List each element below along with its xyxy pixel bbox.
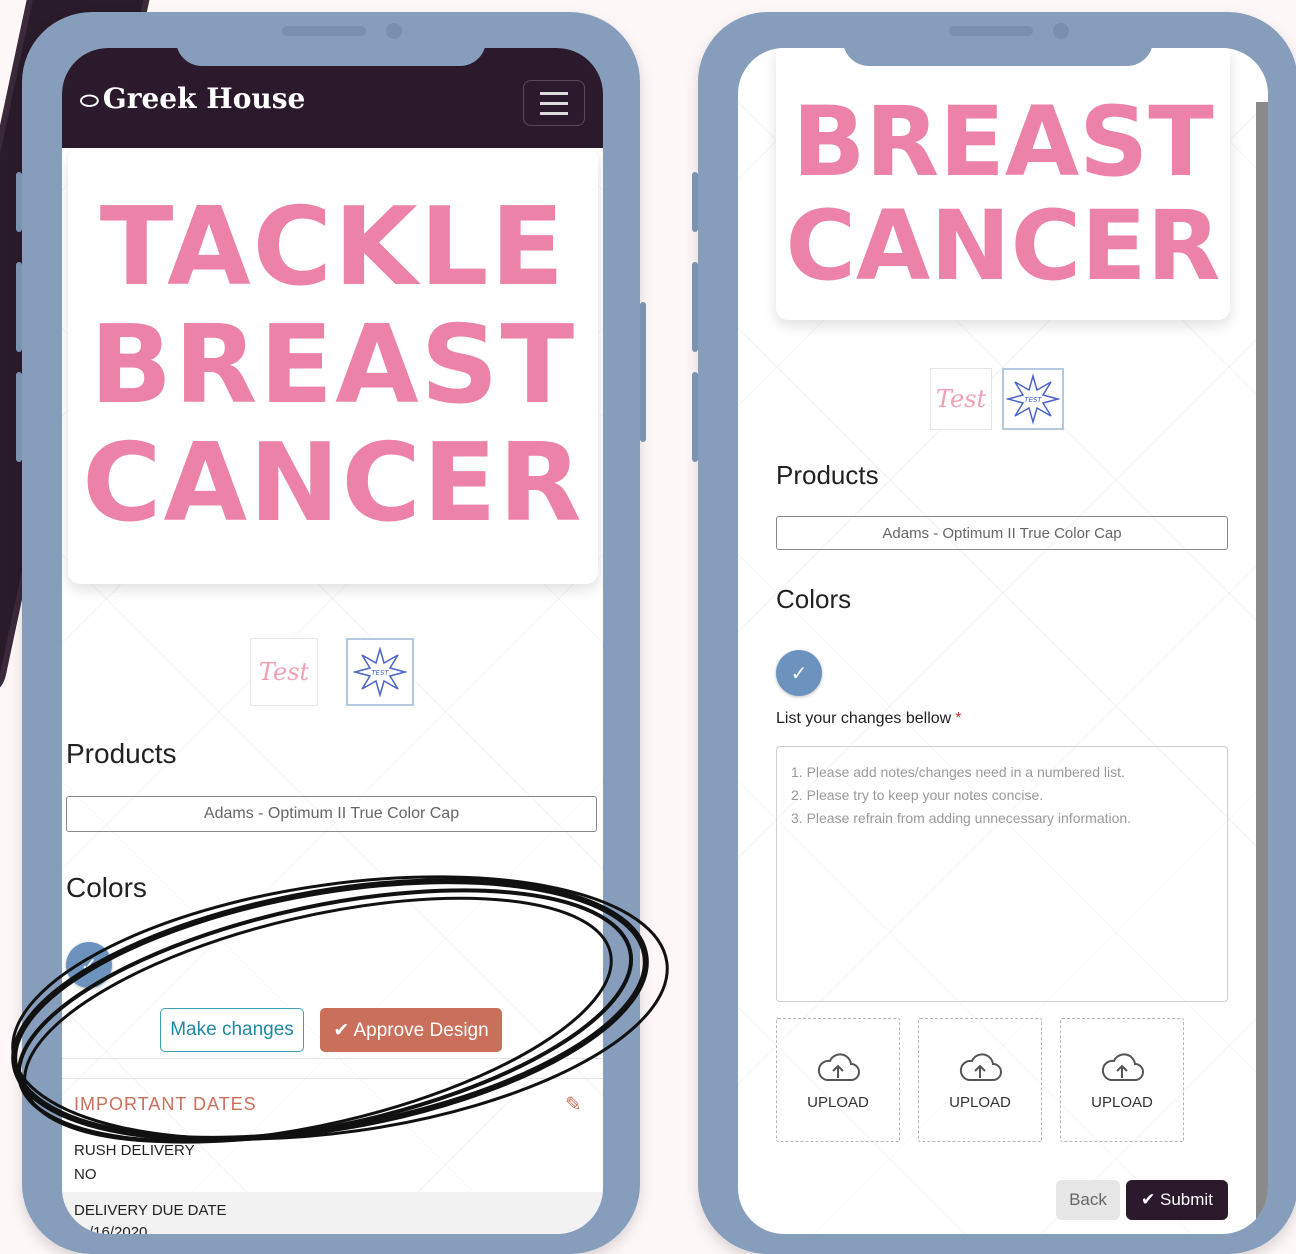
left-phone-screen: ⬭ Greek House TACKLE BREAST CANCER Test T… [62, 48, 603, 1234]
scrollbar[interactable] [1256, 102, 1268, 1234]
colors-title: Colors [66, 872, 147, 903]
upload-slot-3[interactable]: UPLOAD [1060, 1018, 1184, 1142]
starburst-icon: TEST [1006, 373, 1060, 425]
approve-design-button[interactable]: ✔ Approve Design [320, 1008, 502, 1052]
design-thumbnails: Test TEST [930, 368, 1064, 430]
side-button [640, 302, 646, 442]
cloud-upload-icon [1101, 1052, 1144, 1081]
svg-text:TEST: TEST [371, 669, 389, 677]
design-line-2: BREAST [89, 303, 577, 428]
divider [62, 1058, 603, 1059]
products-title: Products [66, 738, 177, 769]
thumbnail-label: Test [258, 658, 310, 686]
greek-house-logo-icon: ⬭ [80, 88, 99, 114]
upload-slot-2[interactable]: UPLOAD [918, 1018, 1042, 1142]
side-button [692, 172, 698, 232]
thumbnail-label: Test [935, 385, 987, 413]
color-swatch-check-icon[interactable]: ✓ [66, 942, 112, 988]
rush-delivery-value: NO [74, 1166, 97, 1183]
design-line-2: CANCER [785, 190, 1221, 302]
cloud-upload-icon [959, 1052, 1002, 1081]
design-thumbnails: Test TEST [250, 638, 414, 706]
upload-label: UPLOAD [949, 1093, 1011, 1111]
upload-row: UPLOAD UPLOAD UPLOAD [776, 1018, 1184, 1142]
design-line-1: TACKLE [99, 185, 567, 310]
thumbnail-starburst-test[interactable]: TEST [1002, 368, 1064, 430]
make-changes-button[interactable]: Make changes [160, 1008, 304, 1052]
right-phone-screen: BREAST CANCER Test TEST Products Adams -… [738, 48, 1268, 1234]
required-marker: * [955, 710, 962, 727]
delivery-due-label: DELIVERY DUE DATE [74, 1202, 227, 1219]
side-button [692, 372, 698, 462]
design-line-1: BREAST [792, 86, 1214, 198]
design-preview-card: TACKLE BREAST CANCER [68, 148, 598, 584]
product-name-field[interactable]: Adams - Optimum II True Color Cap [66, 796, 597, 832]
thumbnail-script-test[interactable]: Test [930, 368, 992, 430]
side-button [16, 372, 22, 462]
phone-notch [176, 12, 486, 66]
starburst-icon: TEST [353, 646, 407, 698]
design-line-3: CANCER [82, 421, 584, 546]
phone-notch [843, 12, 1153, 66]
side-button [16, 172, 22, 232]
colors-title: Colors [776, 584, 852, 614]
brand-name: Greek House [102, 82, 306, 115]
products-title: Products [776, 460, 879, 490]
upload-label: UPLOAD [807, 1093, 869, 1111]
back-button[interactable]: Back [1056, 1180, 1120, 1220]
left-phone-frame: ⬭ Greek House TACKLE BREAST CANCER Test T… [16, 12, 646, 1254]
color-swatch-check-icon[interactable]: ✓ [776, 650, 822, 696]
delivery-due-value: …/16/2020 [74, 1224, 148, 1234]
edit-icon[interactable]: ✎ [565, 1092, 587, 1116]
submit-button[interactable]: ✔ Submit [1126, 1180, 1228, 1220]
design-preview-card: BREAST CANCER [776, 48, 1230, 320]
hamburger-menu-icon[interactable] [523, 80, 585, 126]
product-name-field[interactable]: Adams - Optimum II True Color Cap [776, 516, 1228, 550]
upload-slot-1[interactable]: UPLOAD [776, 1018, 900, 1142]
important-dates-title: IMPORTANT DATES [74, 1094, 257, 1114]
cloud-upload-icon [817, 1052, 860, 1081]
rush-delivery-label: RUSH DELIVERY [74, 1142, 195, 1159]
changes-textarea[interactable]: 1. Please add notes/changes need in a nu… [776, 746, 1228, 1002]
thumbnail-script-test[interactable]: Test [250, 638, 318, 706]
brand-logo[interactable]: ⬭ Greek House [80, 82, 305, 115]
upload-label: UPLOAD [1091, 1093, 1153, 1111]
right-phone-frame: BREAST CANCER Test TEST Products Adams -… [692, 12, 1296, 1254]
side-button [16, 262, 22, 352]
changes-label: List your changes bellow * [776, 710, 962, 727]
thumbnail-starburst-test[interactable]: TEST [346, 638, 414, 706]
divider [62, 1078, 603, 1079]
svg-text:TEST: TEST [1024, 396, 1042, 404]
side-button [692, 262, 698, 352]
